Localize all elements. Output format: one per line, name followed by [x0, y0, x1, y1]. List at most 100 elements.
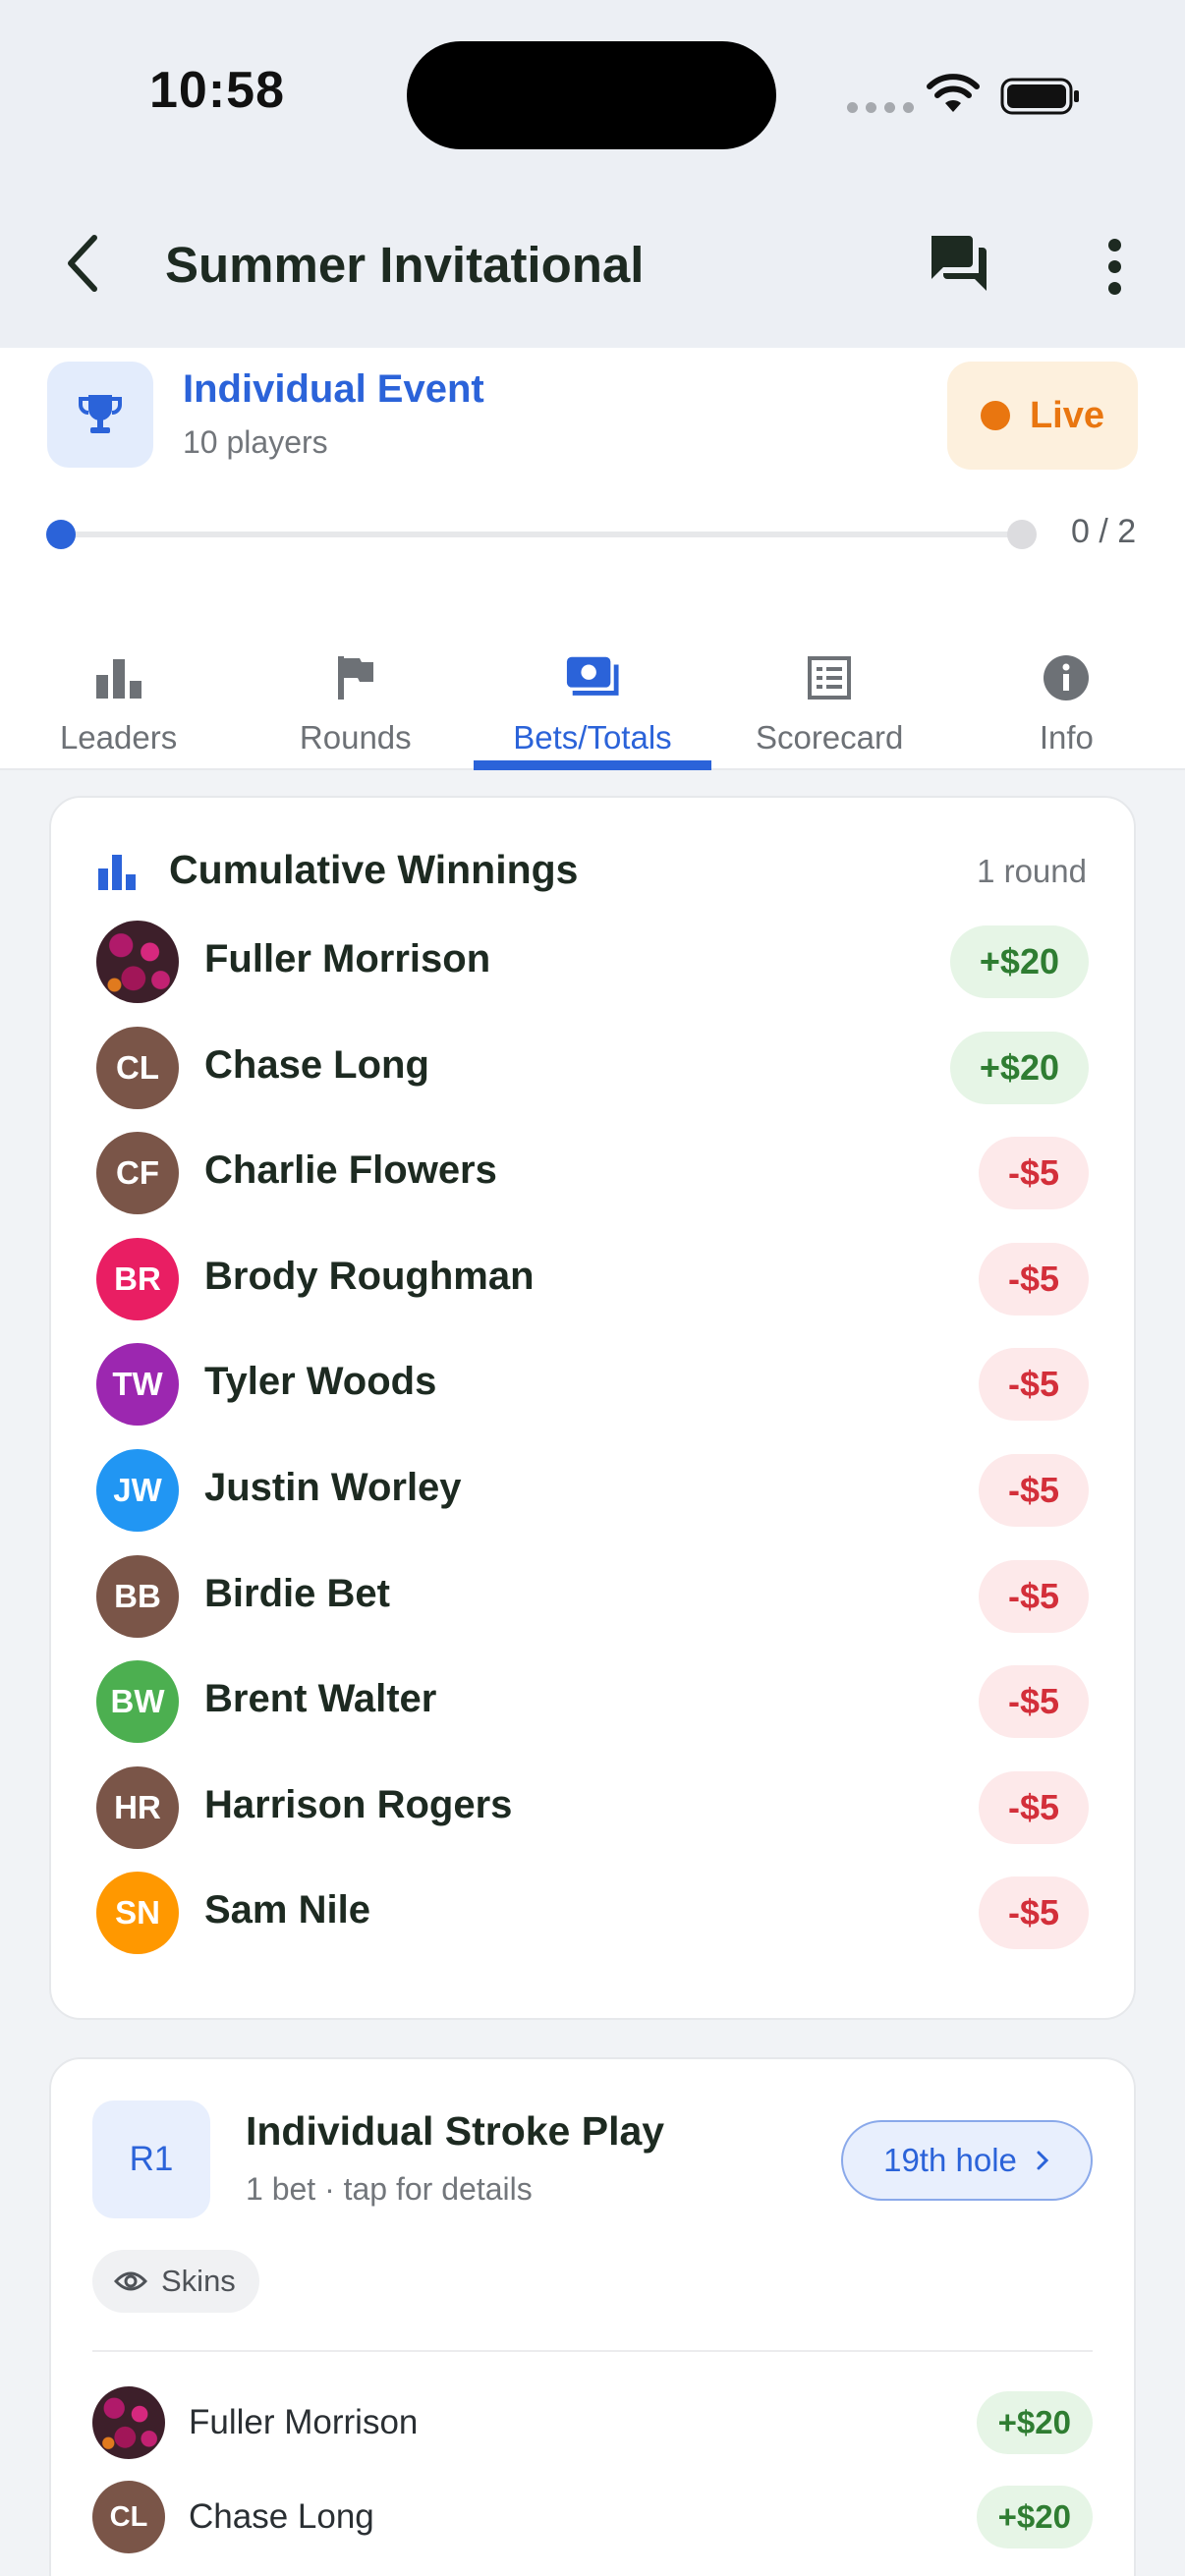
winnings-amount: +$20 [949, 1031, 1089, 1104]
player-row[interactable]: CL Chase Long +$20 [96, 1024, 1089, 1112]
player-name: Brent Walter [204, 1677, 437, 1721]
winnings-amount: -$5 [978, 1348, 1089, 1422]
more-options-button[interactable] [1087, 232, 1142, 301]
player-name: Justin Worley [204, 1466, 462, 1509]
player-name: Fuller Morrison [204, 937, 491, 980]
avatar: CL [96, 1026, 179, 1109]
avatar [96, 921, 179, 1003]
winnings-amount: -$5 [978, 1876, 1089, 1950]
live-label: Live [1029, 394, 1105, 436]
winnings-amount: +$20 [976, 2486, 1093, 2548]
avatar: BR [96, 1237, 179, 1320]
tab-label: Info [1039, 719, 1094, 756]
player-name: Chase Long [204, 1042, 429, 1087]
divider [92, 2350, 1093, 2352]
flag-icon [328, 650, 383, 705]
wifi-icon [927, 74, 980, 112]
bar-chart-icon [98, 855, 136, 890]
winnings-amount: +$20 [949, 925, 1089, 998]
cellular-signal-icon [847, 102, 914, 113]
tab-label: Leaders [59, 719, 178, 756]
player-row[interactable]: JW Justin Worley -$5 [96, 1446, 1089, 1535]
19th-hole-label: 19th hole [883, 2142, 1017, 2178]
round-subtitle: 1 bet · tap for details [246, 2171, 533, 2207]
avatar: TW [96, 1343, 179, 1427]
tab-label: Scorecard [755, 719, 904, 756]
tab-bar: Leaders Rounds Bets/Totals Scorecard Inf… [0, 617, 1185, 770]
avatar [92, 2386, 165, 2459]
player-count: 10 players [183, 424, 328, 460]
player-name: Sam Nile [204, 1888, 370, 1932]
player-name: Tyler Woods [204, 1360, 437, 1404]
skins-label: Skins [161, 2264, 236, 2298]
tab-rounds[interactable]: Rounds [237, 617, 474, 770]
money-icon [565, 650, 620, 705]
bar-chart-icon [91, 650, 146, 705]
scorecard-icon [802, 650, 857, 705]
tab-label: Rounds [299, 719, 412, 756]
player-name: Harrison Rogers [204, 1782, 513, 1826]
event-panel: Individual Event 10 players Live 0 / 2 L… [0, 348, 1185, 770]
avatar: HR [96, 1765, 179, 1849]
tab-info[interactable]: Info [948, 617, 1185, 770]
player-row[interactable]: Fuller Morrison +$20 [92, 2385, 1093, 2460]
back-button[interactable] [57, 224, 108, 303]
info-icon [1039, 650, 1094, 705]
chat-icon[interactable] [924, 228, 992, 297]
status-time: 10:58 [149, 62, 285, 119]
progress-end-dot [1007, 520, 1037, 549]
chevron-left-icon [68, 235, 97, 292]
cumulative-winnings-card: Cumulative Winnings 1 round Fuller Morri… [49, 796, 1136, 2020]
winnings-amount: -$5 [978, 1137, 1089, 1210]
round-card[interactable]: R1 Individual Stroke Play 1 bet · tap fo… [49, 2057, 1136, 2576]
player-name: Chase Long [189, 2497, 374, 2536]
player-row[interactable]: CL Chase Long +$20 [92, 2480, 1093, 2554]
tab-leaders[interactable]: Leaders [0, 617, 237, 770]
player-row[interactable]: HR Harrison Rogers -$5 [96, 1764, 1089, 1852]
player-name: Birdie Bet [204, 1571, 390, 1615]
tab-bets-totals[interactable]: Bets/Totals [474, 617, 710, 770]
live-status-badge: Live [947, 362, 1138, 470]
round-count: 1 round [977, 853, 1087, 889]
battery-icon [1000, 78, 1079, 115]
winnings-amount: -$5 [978, 1559, 1089, 1633]
player-name: Fuller Morrison [189, 2403, 419, 2441]
player-row[interactable]: CF Charlie Flowers -$5 [96, 1129, 1089, 1217]
round-title: Individual Stroke Play [246, 2108, 665, 2154]
page-title: Summer Invitational [165, 237, 645, 293]
top-bar: 10:58 Summer Invitational [0, 0, 1185, 348]
winnings-amount: -$5 [978, 1242, 1089, 1316]
avatar: JW [96, 1449, 179, 1532]
avatar: BW [96, 1660, 179, 1744]
skins-chip[interactable]: Skins [92, 2250, 259, 2313]
winnings-amount: +$20 [976, 2391, 1093, 2454]
player-row[interactable]: BR Brody Roughman -$5 [96, 1235, 1089, 1323]
player-name: Charlie Flowers [204, 1148, 497, 1193]
live-dot-icon [980, 401, 1010, 430]
tab-scorecard[interactable]: Scorecard [711, 617, 948, 770]
avatar: CL [92, 2481, 165, 2553]
progress-text: 0 / 2 [1071, 513, 1137, 550]
player-row[interactable]: TW Tyler Woods -$5 [96, 1340, 1089, 1428]
dynamic-island [407, 41, 776, 149]
progress-track [61, 532, 1022, 537]
chevron-right-icon [1037, 2151, 1049, 2170]
avatar: SN [96, 1872, 179, 1955]
event-type: Individual Event [183, 367, 484, 411]
progress-start-dot [46, 520, 76, 549]
player-row[interactable]: Fuller Morrison +$20 [96, 918, 1089, 1006]
avatar: BB [96, 1554, 179, 1638]
eye-icon [114, 2271, 147, 2291]
tab-label: Bets/Totals [513, 719, 672, 756]
trophy-icon [47, 362, 153, 468]
winnings-amount: -$5 [978, 1770, 1089, 1844]
player-row[interactable]: SN Sam Nile -$5 [96, 1869, 1089, 1957]
player-name: Brody Roughman [204, 1254, 535, 1298]
card-title: Cumulative Winnings [169, 847, 579, 892]
active-tab-indicator [474, 760, 711, 770]
19th-hole-button[interactable]: 19th hole [841, 2120, 1093, 2201]
player-row[interactable]: BW Brent Walter -$5 [96, 1657, 1089, 1746]
round-badge: R1 [92, 2100, 210, 2218]
player-row[interactable]: BB Birdie Bet -$5 [96, 1552, 1089, 1641]
avatar: CF [96, 1132, 179, 1215]
